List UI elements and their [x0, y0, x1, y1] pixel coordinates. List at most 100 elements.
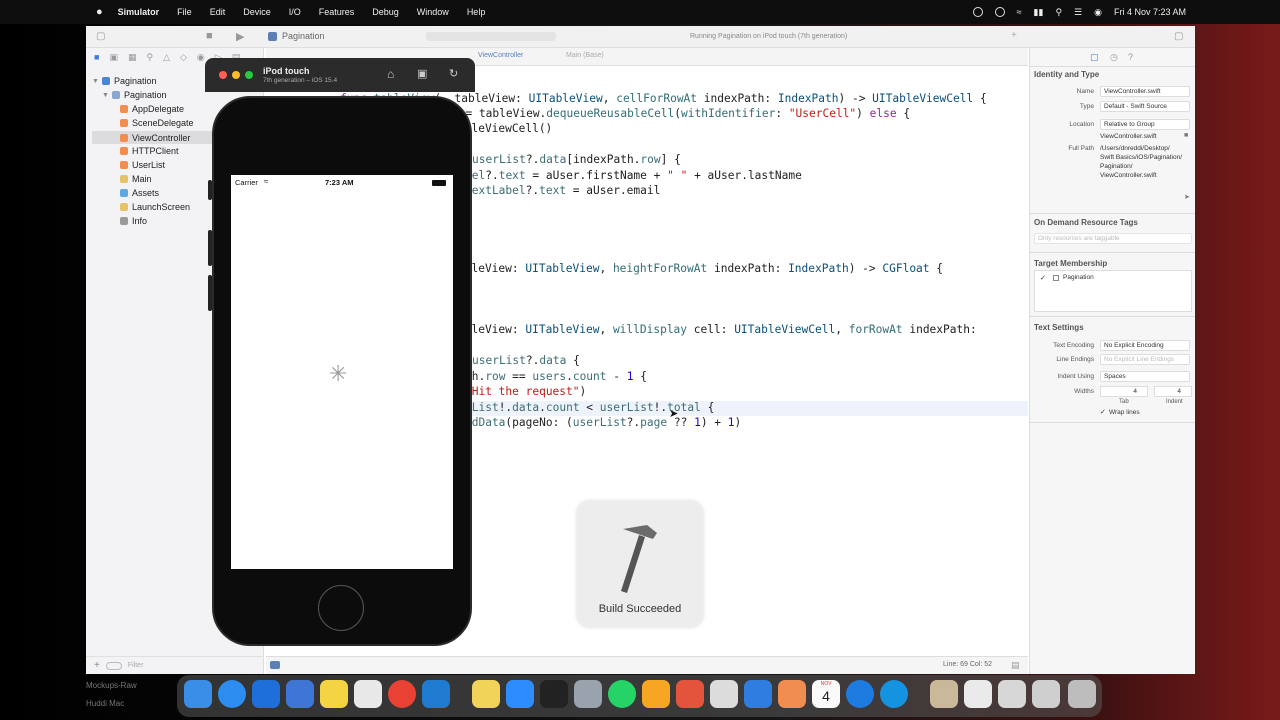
indent-width-stepper[interactable]: 4	[1154, 386, 1192, 397]
code-line-6[interactable]: TextLabel?.text = aUser.email	[465, 184, 660, 197]
tree-file-appdelegate[interactable]: AppDelegate	[120, 104, 184, 114]
encoding-select[interactable]: No Explicit Encoding	[1100, 340, 1190, 351]
tree-file-assets[interactable]: Assets	[120, 188, 159, 198]
simulator-icon[interactable]	[286, 680, 314, 708]
run-icon[interactable]: ▶	[236, 30, 244, 43]
simulator-screen[interactable]: Carrier ≈ 7:23 AM ✳	[231, 175, 453, 569]
finder-icon[interactable]	[184, 680, 212, 708]
zoom-icon[interactable]	[506, 680, 534, 708]
menu-window[interactable]: Window	[417, 7, 449, 17]
close-window-button[interactable]	[219, 71, 227, 79]
menu-io[interactable]: I/O	[289, 7, 301, 17]
menu-edit[interactable]: Edit	[210, 7, 226, 17]
issue-icon[interactable]: △	[163, 52, 170, 64]
tree-group-pagination[interactable]: ▼ Pagination	[102, 90, 166, 100]
tree-file-launchscreen[interactable]: LaunchScreen	[120, 202, 190, 212]
pages-icon[interactable]	[642, 680, 670, 708]
history-icon[interactable]: ◷	[1110, 52, 1118, 63]
search-icon[interactable]: ⚲	[1055, 7, 1062, 18]
wifi-icon[interactable]: ≈	[1017, 7, 1022, 17]
tab-width-stepper[interactable]: 4	[1100, 386, 1148, 397]
source-control-icon[interactable]: ▣	[109, 52, 118, 64]
find-icon[interactable]: ⚲	[146, 52, 153, 64]
code-line-2[interactable]: l = tableView.dequeueReusableCell(withId…	[452, 107, 910, 120]
trash-icon[interactable]	[1068, 680, 1096, 708]
safari-icon[interactable]	[218, 680, 246, 708]
maps-pin-icon[interactable]	[846, 680, 874, 708]
volume-button[interactable]	[208, 180, 212, 200]
swift-playgrounds-icon[interactable]	[778, 680, 806, 708]
preview-icon[interactable]	[574, 680, 602, 708]
control-center-icon[interactable]: ☰	[1074, 7, 1082, 18]
indent-using-select[interactable]: Spaces	[1100, 371, 1190, 382]
screen-recording-icon[interactable]	[994, 7, 1005, 17]
line-endings-select[interactable]: No Explicit Line Endings	[1100, 354, 1190, 365]
tree-file-info[interactable]: Info	[120, 216, 147, 226]
menu-help[interactable]: Help	[467, 7, 486, 17]
menu-device[interactable]: Device	[243, 7, 271, 17]
tree-project-root[interactable]: ▼ Pagination	[92, 76, 156, 86]
code-line-9[interactable]: userList?.data {	[472, 354, 580, 367]
screenshot-icon[interactable]: ▣	[417, 67, 427, 80]
tree-file-httpclient[interactable]: HTTPClient	[120, 146, 179, 156]
reveal-arrow-icon[interactable]: ➤	[1184, 193, 1190, 201]
terminal-icon[interactable]	[540, 680, 568, 708]
tree-file-scenedelegate[interactable]: SceneDelegate	[120, 118, 194, 128]
volume-button[interactable]	[208, 275, 212, 311]
menu-app-name[interactable]: Simulator	[118, 7, 160, 17]
tree-file-userlist[interactable]: UserList	[120, 160, 165, 170]
sidebar-toggle-icon[interactable]: ▢	[96, 31, 105, 42]
filter-input[interactable]: Filter	[128, 662, 144, 669]
tree-file-main[interactable]: Main	[120, 174, 152, 184]
panel-toggle-icon[interactable]: ▤	[1011, 660, 1020, 671]
home-button[interactable]	[318, 585, 364, 631]
stop-icon[interactable]: ■	[206, 30, 213, 42]
type-select[interactable]: Default - Swift Source	[1100, 101, 1190, 112]
code-line-5[interactable]: bel?.text = aUser.firstName + " " + aUse…	[465, 169, 802, 182]
volume-button[interactable]	[208, 230, 212, 266]
battery-icon[interactable]: ▮▮	[1034, 7, 1044, 18]
git-icon[interactable]	[676, 680, 704, 708]
apple-icon[interactable]: ●	[96, 6, 103, 18]
folder-icon[interactable]: ■	[94, 52, 99, 64]
code-line-3[interactable]: ableViewCell()	[458, 122, 552, 135]
textedit-icon[interactable]	[710, 680, 738, 708]
menu-debug[interactable]: Debug	[372, 7, 399, 17]
code-line-13[interactable]: adData(pageNo: (userList?.page ?? 1) + 1…	[465, 416, 741, 429]
calendar-icon[interactable]: NOV 4	[812, 680, 840, 708]
scheme-name[interactable]: Pagination	[282, 31, 325, 41]
minimize-window-button[interactable]	[232, 71, 240, 79]
keynote-icon[interactable]	[744, 680, 772, 708]
desktop-label[interactable]: Huddi Mac	[86, 699, 124, 708]
menu-file[interactable]: File	[177, 7, 192, 17]
zoom-window-button[interactable]	[245, 71, 253, 79]
siri-icon[interactable]: ◉	[1094, 7, 1102, 18]
file-inspector-icon[interactable]: ▢	[1090, 52, 1099, 63]
destination-selector[interactable]	[426, 32, 556, 41]
inspector-toggle-icon[interactable]: ▢	[1174, 31, 1183, 42]
debug-area-toggle-icon[interactable]	[270, 661, 280, 669]
filter-toggle-icon[interactable]	[105, 661, 122, 670]
wrap-lines-checkbox[interactable]: ✓	[1100, 408, 1106, 416]
add-icon[interactable]: +	[1011, 30, 1017, 41]
code-line-11[interactable]: "Hit the request")	[465, 385, 586, 398]
code-line-4[interactable]: userList?.data[indexPath.row] {	[472, 153, 681, 166]
desktop-label[interactable]: Mockups-Raw	[86, 681, 137, 690]
home-icon[interactable]: ⌂	[387, 67, 394, 81]
tab-main[interactable]: Main (Base)	[566, 52, 604, 59]
test-icon[interactable]: ◇	[180, 52, 187, 64]
screenshot-stack-icon[interactable]	[964, 680, 992, 708]
code-line-8[interactable]: ableView: UITableView, willDisplay cell:…	[458, 323, 977, 336]
downloads-stack-icon[interactable]	[998, 680, 1026, 708]
documents-stack-icon[interactable]	[1032, 680, 1060, 708]
menu-features[interactable]: Features	[319, 7, 355, 17]
code-line-7[interactable]: ableView: UITableView, heightForRowAt in…	[458, 262, 943, 275]
target-checkbox[interactable]: ✓	[1040, 274, 1046, 282]
debug-icon[interactable]: ◉	[197, 52, 205, 64]
location-select[interactable]: Relative to Group	[1100, 119, 1190, 130]
add-file-icon[interactable]: +	[94, 660, 100, 671]
teamviewer-icon[interactable]	[880, 680, 908, 708]
notes-icon[interactable]	[320, 680, 348, 708]
slack-icon[interactable]	[354, 680, 382, 708]
symbol-icon[interactable]: ▦	[128, 52, 137, 64]
